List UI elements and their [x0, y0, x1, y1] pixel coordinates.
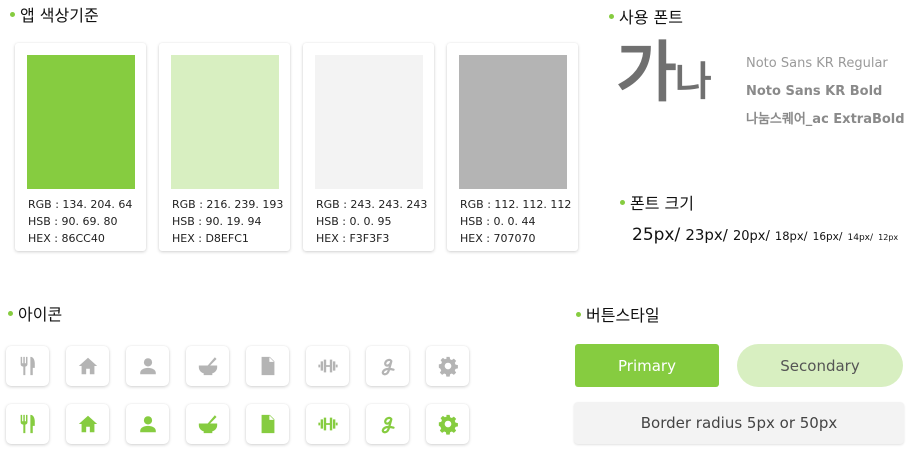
fonts-section-title: 사용 폰트 — [609, 4, 683, 28]
color-info: RGB : 134. 204. 64 HSB : 90. 69. 80 HEX : … — [28, 196, 132, 247]
cursive-g-icon-button[interactable] — [366, 404, 409, 444]
color-swatch — [459, 55, 567, 189]
document-icon-button[interactable] — [246, 346, 289, 386]
primary-button[interactable]: Primary — [575, 344, 719, 387]
document-icon — [257, 355, 279, 377]
bullet-dot — [576, 311, 581, 317]
hex-value: HEX : D8EFC1 — [172, 232, 249, 245]
bullet-dot — [609, 13, 614, 19]
mortar-pestle-icon-button[interactable] — [186, 404, 229, 444]
font-size-12: 12px — [878, 233, 899, 242]
hex-value: HEX : 86CC40 — [28, 232, 105, 245]
font-size-14: 14px/ — [847, 233, 874, 243]
hsb-value: HSB : 0. 0. 95 — [316, 215, 392, 228]
hex-value: HEX : 707070 — [460, 232, 536, 245]
color-swatch — [27, 55, 135, 189]
font-size-25: 25px/ — [632, 225, 681, 245]
font-size-list: 25px/ 23px/ 20px/ 18px/ 16px/ 14px/ 12px — [632, 227, 898, 244]
color-card: RGB : 216. 239. 193 HSB : 90. 19. 94 HEX :… — [159, 43, 290, 251]
font-name-bold: Noto Sans KR Bold — [746, 84, 883, 99]
gear-icon-button[interactable] — [426, 346, 469, 386]
hsb-value: HSB : 90. 19. 94 — [172, 215, 262, 228]
gear-icon-button[interactable] — [426, 404, 469, 444]
hex-value: HEX : F3F3F3 — [316, 232, 390, 245]
color-info: RGB : 216. 239. 193 HSB : 90. 19. 94 HEX :… — [172, 196, 283, 247]
home-icon-button[interactable] — [66, 346, 109, 386]
bullet-dot — [620, 199, 625, 205]
mortar-pestle-icon — [197, 355, 219, 377]
gear-icon — [437, 413, 459, 435]
font-name-list: Noto Sans KR Regular Noto Sans KR Bold 나… — [746, 50, 905, 134]
font-sample-ga: 가 — [616, 34, 677, 111]
fork-knife-icon-button[interactable] — [6, 346, 49, 386]
fork-knife-icon — [17, 355, 39, 377]
rgb-value: RGB : 243. 243. 243 — [316, 198, 428, 211]
buttons-section-title: 버튼스타일 — [576, 302, 660, 326]
home-icon — [77, 413, 99, 435]
bullet-dot — [10, 11, 15, 17]
color-card: RGB : 243. 243. 243 HSB : 0. 0. 95 HEX : F… — [303, 43, 434, 251]
fork-knife-icon-button[interactable] — [6, 404, 49, 444]
color-card: RGB : 112. 112. 112 HSB : 0. 0. 44 HEX : 7… — [447, 43, 578, 251]
rgb-value: RGB : 112. 112. 112 — [460, 198, 572, 211]
user-icon-button[interactable] — [126, 404, 169, 444]
dumbbell-icon — [317, 355, 339, 377]
fork-knife-icon — [17, 413, 39, 435]
font-size-section-title: 폰트 크기 — [620, 190, 694, 214]
hsb-value: HSB : 90. 69. 80 — [28, 215, 118, 228]
secondary-button[interactable]: Secondary — [737, 344, 903, 387]
mortar-pestle-icon-button[interactable] — [186, 346, 229, 386]
mortar-pestle-icon — [197, 413, 219, 435]
document-icon-button[interactable] — [246, 404, 289, 444]
dumbbell-icon-button[interactable] — [306, 346, 349, 386]
color-swatch — [171, 55, 279, 189]
dumbbell-icon-button[interactable] — [306, 404, 349, 444]
cursive-g-icon-button[interactable] — [366, 346, 409, 386]
hsb-value: HSB : 0. 0. 44 — [460, 215, 536, 228]
rgb-value: RGB : 134. 204. 64 — [28, 198, 133, 211]
font-name-regular: Noto Sans KR Regular — [746, 56, 888, 71]
user-icon-button[interactable] — [126, 346, 169, 386]
document-icon — [257, 413, 279, 435]
home-icon — [77, 355, 99, 377]
cursive-g-icon — [377, 413, 399, 435]
font-size-18: 18px/ — [774, 229, 808, 243]
font-size-23: 23px/ — [685, 226, 728, 244]
bullet-dot — [8, 310, 13, 316]
gear-icon — [437, 355, 459, 377]
home-icon-button[interactable] — [66, 404, 109, 444]
font-size-20: 20px/ — [732, 229, 770, 244]
font-sample-na: 나 — [674, 59, 712, 105]
user-icon — [137, 355, 159, 377]
user-icon — [137, 413, 159, 435]
color-card: RGB : 134. 204. 64 HSB : 90. 69. 80 HEX : … — [15, 43, 146, 251]
cursive-g-icon — [377, 355, 399, 377]
font-name-extrabold: 나눔스퀘어_ac ExtraBold — [746, 112, 905, 127]
dumbbell-icon — [317, 413, 339, 435]
colors-section-title: 앱 색상기준 — [10, 2, 99, 26]
font-size-16: 16px/ — [812, 231, 843, 243]
rgb-value: RGB : 216. 239. 193 — [172, 198, 284, 211]
color-info: RGB : 243. 243. 243 HSB : 0. 0. 95 HEX : F… — [316, 196, 427, 247]
font-sample-glyphs: 가나 — [616, 40, 712, 106]
border-radius-button[interactable]: Border radius 5px or 50px — [574, 402, 904, 444]
color-swatch — [315, 55, 423, 189]
color-info: RGB : 112. 112. 112 HSB : 0. 0. 44 HEX : 7… — [460, 196, 571, 247]
icons-section-title: 아이콘 — [8, 301, 62, 325]
